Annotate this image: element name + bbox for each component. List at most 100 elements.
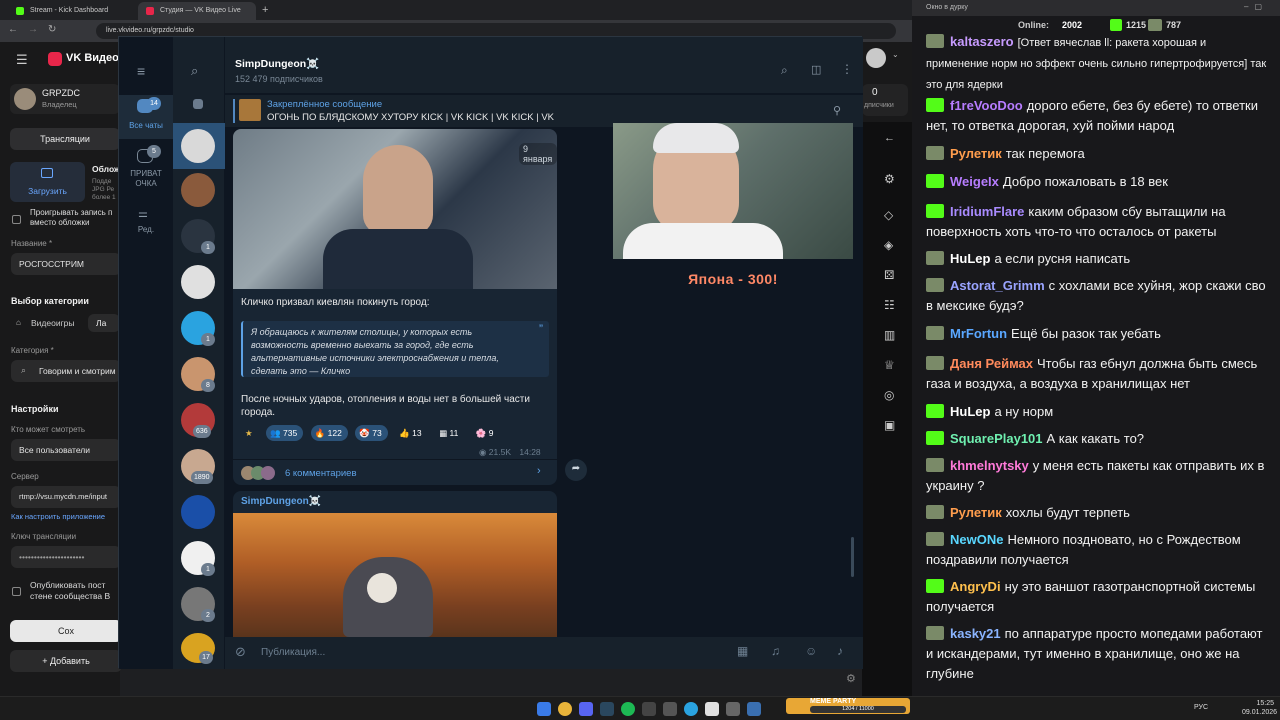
upload-cover-button[interactable]: Загрузить: [10, 162, 85, 202]
chat-avatar[interactable]: 636: [181, 403, 215, 438]
chat-avatar[interactable]: 1: [181, 311, 215, 346]
chat-username[interactable]: f1reVooDoo: [950, 98, 1023, 113]
steam-icon[interactable]: [600, 702, 614, 716]
chat-avatar[interactable]: [181, 265, 215, 299]
pinned-list-icon[interactable]: ⚲: [833, 104, 841, 117]
reaction-pill[interactable]: 🤡 73: [355, 425, 388, 441]
new-tab-button[interactable]: +: [262, 4, 268, 16]
chat-avatar[interactable]: 1: [181, 541, 215, 576]
reaction-pill[interactable]: 👥 735: [266, 425, 304, 441]
trophy-icon[interactable]: ♕: [884, 358, 900, 374]
chat-icon[interactable]: ◎: [884, 388, 900, 404]
folder-all-chats[interactable]: 14 Все чаты: [119, 95, 173, 139]
folder-edit[interactable]: ⚌ Ред.: [119, 207, 173, 237]
sidebar-toggle-icon[interactable]: ◫: [811, 63, 821, 76]
play-record-checkbox[interactable]: [12, 215, 21, 224]
chart-icon[interactable]: ▥: [884, 328, 900, 344]
chat-avatar[interactable]: 2: [181, 587, 215, 622]
emoji-icon[interactable]: ☺: [805, 644, 817, 658]
category-select[interactable]: ⌕ Говорим и смотрим: [11, 360, 121, 382]
paperclip-icon[interactable]: ⊘: [235, 644, 246, 660]
category-games-tab[interactable]: Видеоигры: [31, 318, 75, 328]
stream-key-input[interactable]: ••••••••••••••••••••••: [11, 546, 121, 568]
tab-broadcasts[interactable]: Трансляции: [10, 128, 120, 150]
folder-private[interactable]: 5 ПРИВАТ ОЧКА: [119, 145, 173, 191]
chat-avatar[interactable]: 1890: [181, 449, 215, 484]
add-button[interactable]: + Добавить: [10, 650, 122, 672]
obs-icon[interactable]: [642, 702, 656, 716]
menu-icon[interactable]: ≡: [137, 63, 145, 79]
more-icon[interactable]: ⋮: [841, 62, 853, 76]
app-icon[interactable]: [726, 702, 740, 716]
chat-username[interactable]: WeigeIx: [950, 174, 999, 189]
spotify-icon[interactable]: [621, 702, 635, 716]
list-icon[interactable]: ☷: [884, 298, 900, 314]
gem-icon[interactable]: ◈: [884, 238, 900, 254]
chat-avatar[interactable]: 1: [181, 219, 215, 254]
chat-username[interactable]: Astorat_Grimm: [950, 278, 1045, 293]
share-icon[interactable]: ➦: [565, 459, 587, 481]
search-icon[interactable]: ⌕: [781, 63, 788, 78]
app-icon[interactable]: [705, 702, 719, 716]
gear-icon[interactable]: ⚙: [884, 172, 900, 188]
chat-username[interactable]: Рулетик: [950, 505, 1002, 520]
dice-icon[interactable]: ⚄: [884, 268, 900, 284]
publish-post-checkbox[interactable]: [12, 587, 21, 596]
chat-username[interactable]: Даня Реймах: [950, 356, 1033, 371]
browser-tab-kick[interactable]: Stream - Kick Dashboard: [8, 2, 136, 20]
chat-username[interactable]: kaltaszero: [950, 34, 1014, 49]
hamburger-menu-icon[interactable]: ☰: [16, 52, 28, 68]
chat-avatar[interactable]: 8: [181, 357, 215, 392]
chat-username[interactable]: kasky21: [950, 626, 1001, 641]
chat-username[interactable]: SquarePlay101: [950, 431, 1043, 446]
chat-username[interactable]: HuLep: [950, 251, 990, 266]
window-controls[interactable]: –▢: [1244, 2, 1268, 11]
scrollbar-thumb[interactable]: [851, 537, 854, 577]
channel-title[interactable]: SimpDungeon☠️: [235, 57, 319, 70]
browser-tab-vk[interactable]: Студия — VK Видео Live: [138, 2, 256, 20]
save-button[interactable]: Сох: [10, 620, 122, 642]
chat-avatar[interactable]: 17: [181, 633, 215, 664]
reaction-pill[interactable]: 🔥 122: [310, 425, 348, 441]
clock[interactable]: 15:25 09.01.2026: [1242, 699, 1277, 717]
chat-avatar[interactable]: [181, 173, 215, 207]
post-photo[interactable]: [233, 513, 557, 637]
search-icon[interactable]: ⌕: [191, 63, 198, 79]
name-input[interactable]: РОСГОССТРИМ: [11, 253, 121, 275]
diamond-icon[interactable]: ◇: [884, 208, 900, 224]
chat-username[interactable]: HuLep: [950, 404, 990, 419]
app-icon[interactable]: [663, 702, 677, 716]
language-indicator[interactable]: РУС: [1194, 704, 1208, 711]
discord-icon[interactable]: [579, 702, 593, 716]
category-live-tab[interactable]: Ла: [88, 314, 120, 332]
chat-username[interactable]: khmelnytsky: [950, 458, 1029, 473]
chevron-down-icon[interactable]: ⌄: [892, 50, 899, 59]
app-icon[interactable]: [747, 702, 761, 716]
telegram-icon[interactable]: [684, 702, 698, 716]
forward-icon[interactable]: →: [28, 24, 38, 35]
setup-app-link[interactable]: Как настроить приложение: [11, 512, 105, 521]
post-photo[interactable]: 9 января: [233, 129, 557, 289]
reaction-pill[interactable]: 🌸 9: [472, 425, 500, 441]
chrome-icon[interactable]: [558, 702, 572, 716]
chat-username[interactable]: IridiumFlare: [950, 204, 1024, 219]
chat-username[interactable]: MrFortun: [950, 326, 1007, 341]
schedule-icon[interactable]: ▦: [737, 644, 748, 658]
chat-username[interactable]: NewONe: [950, 532, 1003, 547]
comments-bar[interactable]: 6 комментариев ›: [233, 459, 557, 485]
user-avatar[interactable]: [866, 48, 886, 68]
start-icon[interactable]: [537, 702, 551, 716]
settings-gear-icon[interactable]: ⚙: [846, 672, 856, 685]
message-input[interactable]: Публикация...: [261, 647, 325, 658]
who-can-watch-select[interactable]: Все пользователи: [11, 439, 121, 461]
reaction-pill[interactable]: 👍 13: [395, 425, 427, 441]
reaction-pill[interactable]: ▦ 11: [435, 425, 464, 441]
server-input[interactable]: rtmp://vsu.mycdn.me/input: [11, 486, 121, 508]
reload-icon[interactable]: ↻: [48, 24, 56, 35]
video-icon[interactable]: ▣: [884, 418, 900, 434]
channel-card[interactable]: GRPZDC Владелец: [10, 84, 120, 114]
back-arrow-icon[interactable]: ←: [884, 132, 900, 148]
meme-party-widget[interactable]: MEME PARTY 1204 / 11000: [786, 698, 910, 714]
chat-avatar[interactable]: [181, 495, 215, 529]
archive-icon[interactable]: [193, 99, 203, 109]
